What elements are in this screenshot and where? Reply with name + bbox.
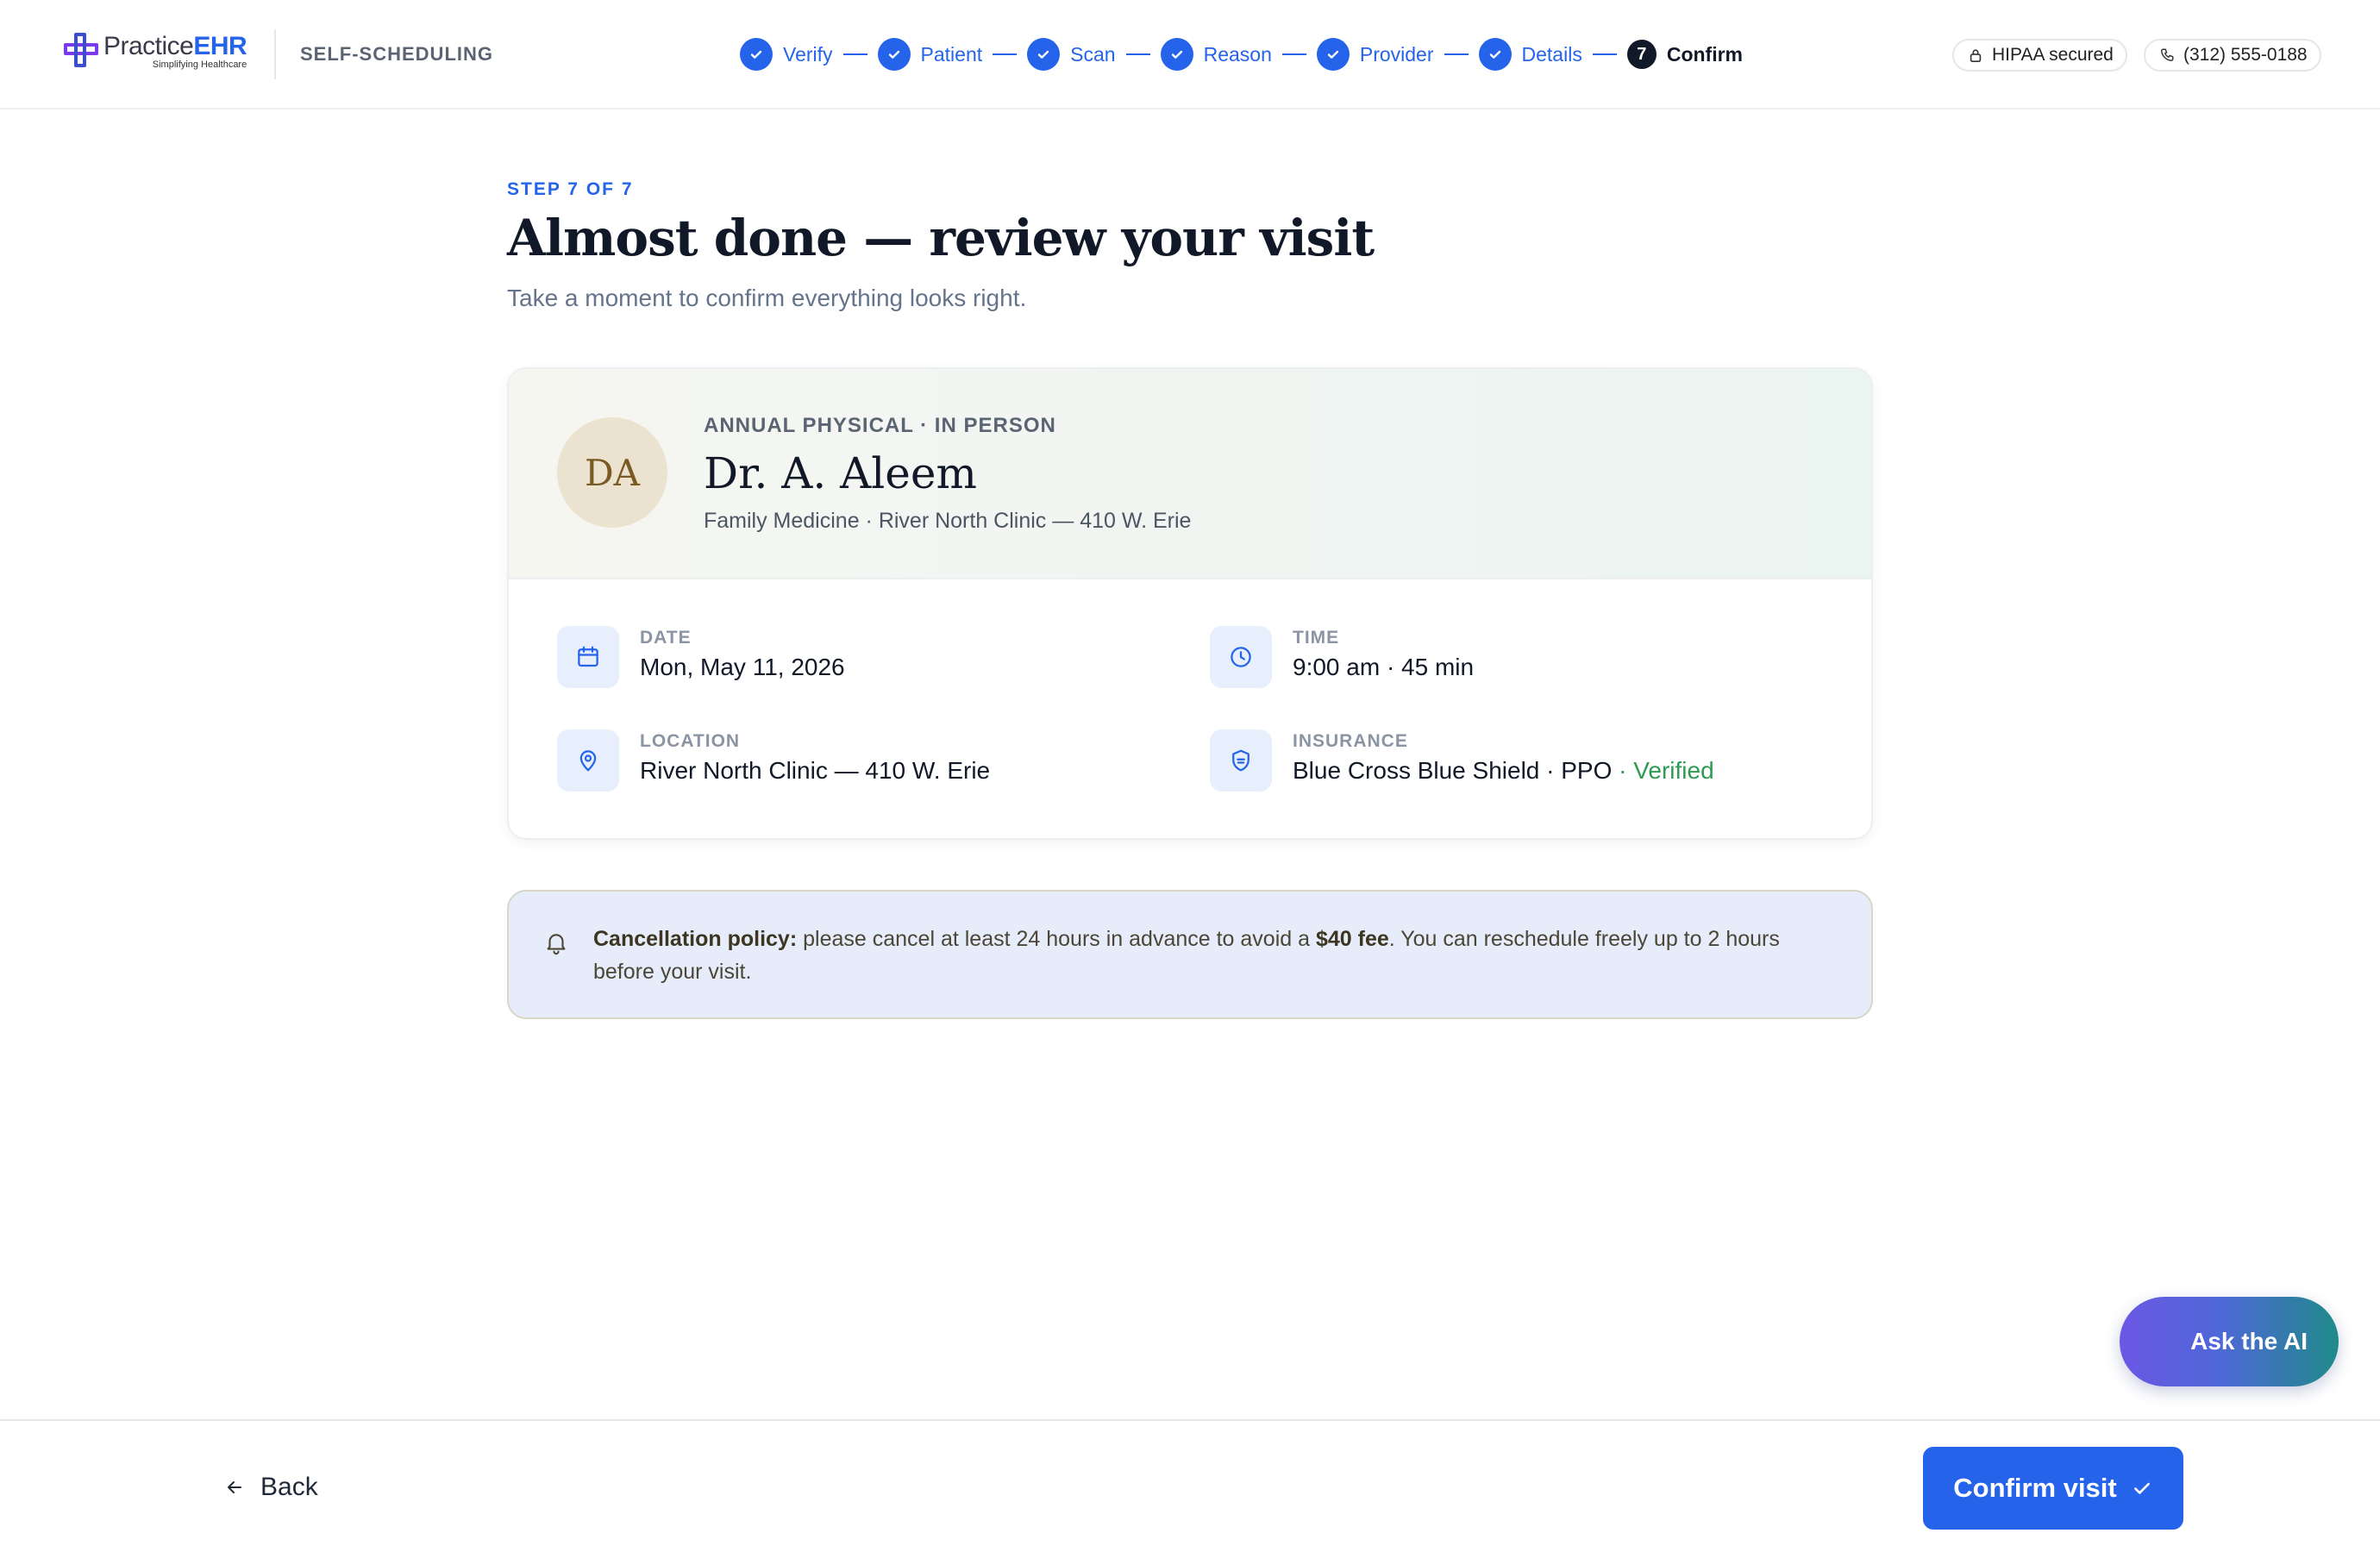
back-label: Back	[260, 1473, 318, 1501]
check-icon	[2133, 1482, 2150, 1494]
visit-summary-card: DA ANNUAL PHYSICAL · IN PERSON Dr. A. Al…	[507, 367, 1873, 840]
check-icon	[740, 38, 773, 71]
shield-icon	[1210, 729, 1272, 792]
provider-name: Dr. A. Aleem	[704, 448, 977, 498]
logo-word-plain: Practice	[103, 32, 194, 60]
practice-ehr-logo[interactable]: PracticeEHR Simplifying Healthcare	[62, 31, 247, 79]
verified-status: · Verified	[1612, 757, 1714, 784]
step-connector	[1592, 53, 1617, 55]
step-label: Verify	[783, 42, 833, 66]
hipaa-badge: HIPAA secured	[1952, 39, 2127, 72]
check-icon	[1160, 38, 1193, 71]
check-icon	[1478, 38, 1512, 71]
arrow-left-icon	[228, 1481, 241, 1493]
step-reason[interactable]: Reason	[1160, 38, 1272, 71]
step-connector	[1444, 53, 1469, 55]
step-kicker: STEP 7 OF 7	[507, 179, 634, 199]
bell-icon	[547, 934, 566, 955]
step-connector	[842, 53, 867, 55]
check-icon	[1316, 38, 1350, 71]
footer-bar: Back Confirm visit	[0, 1419, 2380, 1552]
insurance-plan: Blue Cross Blue Shield · PPO	[1293, 757, 1613, 784]
detail-label: TIME	[1293, 628, 1340, 648]
step-connector	[1281, 53, 1306, 55]
step-details[interactable]: Details	[1478, 38, 1582, 71]
step-label: Scan	[1070, 42, 1116, 66]
step-label: Provider	[1359, 42, 1434, 66]
phone-number: (312) 555-0188	[2183, 45, 2308, 65]
lock-icon	[1970, 49, 1982, 63]
header-divider	[274, 29, 276, 79]
phone-link[interactable]: (312) 555-0188	[2144, 39, 2321, 72]
step-patient[interactable]: Patient	[877, 38, 983, 71]
page-subtitle: Take a moment to confirm everything look…	[507, 285, 1027, 311]
step-label: Reason	[1203, 42, 1272, 66]
step-label: Details	[1521, 42, 1582, 66]
step-number-badge: 7	[1626, 40, 1657, 69]
policy-heading: Cancellation policy:	[593, 927, 798, 951]
detail-value: Mon, May 11, 2026	[640, 654, 845, 680]
hipaa-label: HIPAA secured	[1992, 45, 2114, 65]
step-connector	[1125, 53, 1150, 55]
step-connector	[993, 53, 1018, 55]
detail-value: River North Clinic — 410 W. Erie	[640, 757, 991, 784]
policy-text: Cancellation policy: please cancel at le…	[593, 923, 1835, 988]
policy-fee: $40 fee	[1315, 927, 1389, 951]
check-icon	[1027, 38, 1061, 71]
step-label: Confirm	[1666, 42, 1743, 66]
provider-meta: Family Medicine · River North Clinic — 4…	[704, 509, 1192, 533]
logo-tagline: Simplifying Healthcare	[152, 59, 247, 70]
back-button[interactable]: Back	[224, 1473, 318, 1502]
detail-label: INSURANCE	[1293, 731, 1408, 751]
calendar-icon	[557, 626, 619, 688]
clock-icon	[1210, 626, 1272, 688]
top-header: PracticeEHR Simplifying Healthcare SELF-…	[0, 0, 2380, 110]
cancellation-policy-notice: Cancellation policy: please cancel at le…	[507, 890, 1873, 1019]
detail-label: LOCATION	[640, 731, 741, 751]
app-label: SELF-SCHEDULING	[300, 43, 493, 65]
confirm-visit-button[interactable]: Confirm visit	[1923, 1447, 2183, 1530]
check-icon	[877, 38, 911, 71]
visit-type: ANNUAL PHYSICAL · IN PERSON	[704, 414, 1056, 437]
provider-header: DA ANNUAL PHYSICAL · IN PERSON Dr. A. Al…	[509, 369, 1871, 579]
step-scan[interactable]: Scan	[1027, 38, 1116, 71]
step-confirm: 7 Confirm	[1626, 40, 1743, 69]
detail-value: 9:00 am · 45 min	[1293, 654, 1475, 680]
policy-text-before: please cancel at least 24 hours in advan…	[797, 927, 1316, 951]
logo-word-bold: EHR	[193, 32, 247, 60]
step-verify[interactable]: Verify	[740, 38, 833, 71]
page-title: Almost done — review your visit	[507, 209, 1375, 267]
cross-logo-icon	[62, 31, 100, 69]
step-provider[interactable]: Provider	[1316, 38, 1434, 71]
detail-label: DATE	[640, 628, 692, 648]
step-label: Patient	[920, 42, 983, 66]
avatar: DA	[557, 417, 667, 528]
confirm-label: Confirm visit	[1953, 1473, 2117, 1503]
phone-icon	[2160, 48, 2174, 62]
detail-value: Blue Cross Blue Shield · PPO · Verified	[1293, 757, 1714, 785]
progress-stepper: Verify Patient Scan Reason Provider Deta…	[740, 37, 1743, 72]
map-pin-icon	[557, 729, 619, 792]
ask-ai-button[interactable]: Ask the AI	[2120, 1297, 2339, 1386]
